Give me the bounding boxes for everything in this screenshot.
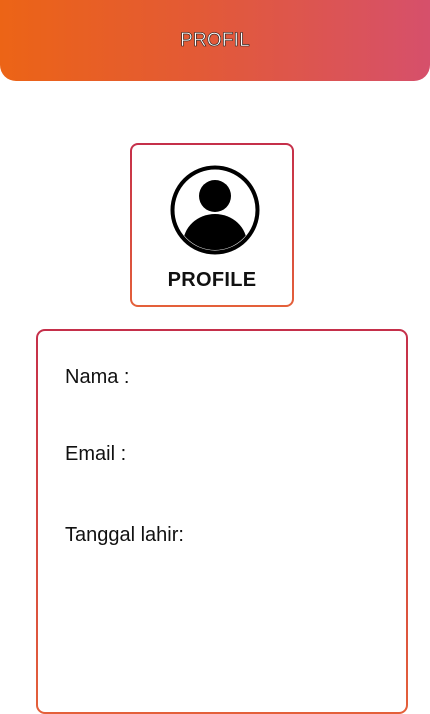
header-title: PROFIL bbox=[180, 29, 250, 51]
email-label: Email : bbox=[65, 443, 127, 465]
avatar-card[interactable]: PROFILE bbox=[130, 143, 294, 307]
profile-screen: PROFIL PROFILE Nama : Email : Tanggal la… bbox=[0, 0, 430, 714]
app-header: PROFIL bbox=[0, 0, 430, 81]
birth-date-label: Tanggal lahir: bbox=[65, 524, 184, 546]
profile-info-card: Nama : Email : Tanggal lahir: bbox=[36, 329, 408, 714]
avatar-label: PROFILE bbox=[167, 269, 257, 291]
name-label: Nama : bbox=[65, 366, 130, 388]
user-circle-icon bbox=[170, 165, 260, 255]
